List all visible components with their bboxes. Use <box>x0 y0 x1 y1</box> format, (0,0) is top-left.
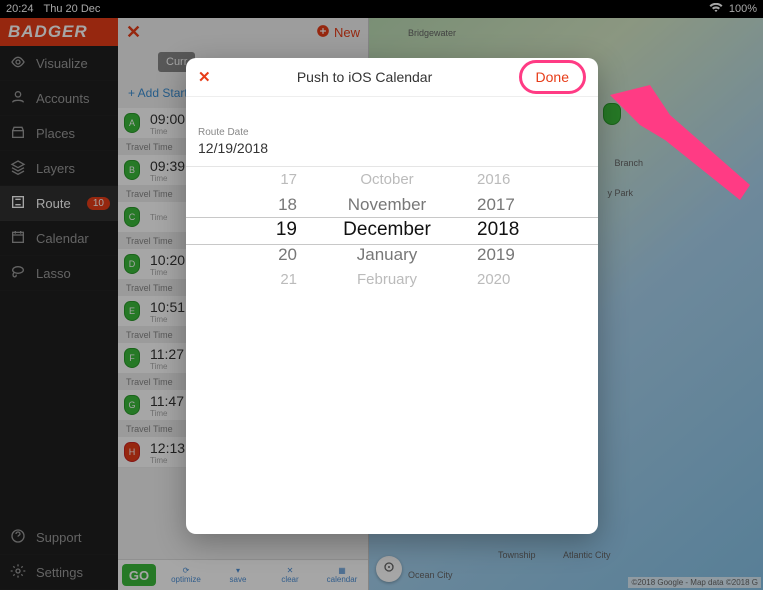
route-date-field[interactable]: Route Date 12/19/2018 <box>186 119 598 167</box>
date-picker[interactable]: 17October2016 18November2017 19December2… <box>186 167 598 297</box>
done-button[interactable]: Done <box>519 60 586 94</box>
modal-close-icon[interactable]: ✕ <box>198 68 211 86</box>
field-label: Route Date <box>198 127 586 138</box>
push-calendar-modal: ✕ Push to iOS Calendar Done Route Date 1… <box>186 58 598 534</box>
field-value: 12/19/2018 <box>198 140 586 156</box>
picker-month: December <box>337 219 437 241</box>
picker-selected-row: 19 December 2018 <box>186 217 598 242</box>
modal-title: Push to iOS Calendar <box>211 69 519 85</box>
picker-day: 19 <box>257 219 297 241</box>
picker-year: 2018 <box>477 219 527 241</box>
